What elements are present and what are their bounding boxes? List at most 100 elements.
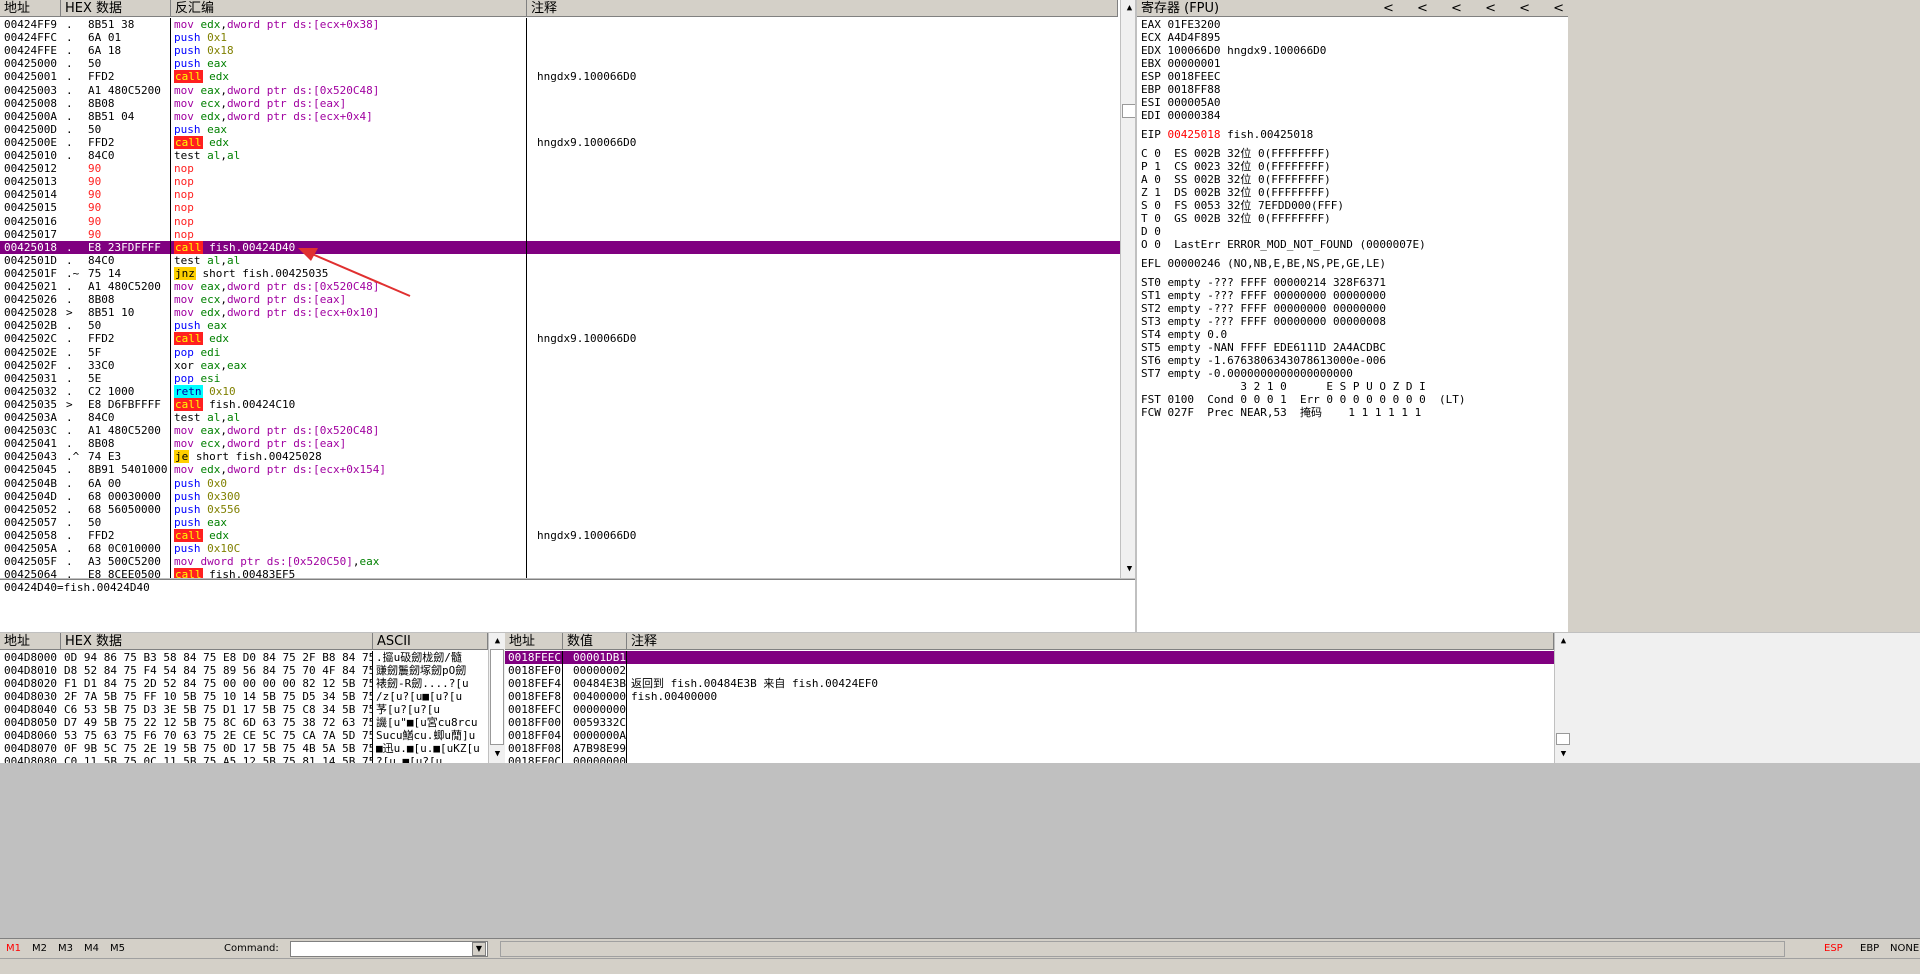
register-line[interactable]: ST3 empty -??? FFFF 00000000 00000008: [1141, 315, 1386, 328]
status-none[interactable]: NONE: [1890, 943, 1919, 954]
dump-row[interactable]: 004D8040 C6 53 5B 75 D3 3E 5B 75 D1 17 5B…: [0, 703, 488, 716]
dump-row[interactable]: 004D8050 D7 49 5B 75 22 12 5B 75 8C 6D 63…: [0, 716, 488, 729]
stack-pane[interactable]: 地址 数值 注释 0018FEEC 00001DB1 0018FEF0 0000000…: [505, 633, 1554, 763]
dump-hex: D7 49 5B 75 22 12 5B 75 8C 6D 63 75 38 7…: [64, 716, 372, 729]
stack-row[interactable]: 0018FF00 0059332C: [505, 716, 1554, 729]
registers-pane[interactable]: 寄存器 (FPU) < < < < < < EAX 01FE3200 ECX A4…: [1137, 0, 1568, 632]
register-line[interactable]: ST6 empty -1.6763806343078613000e-006: [1141, 354, 1386, 367]
dump-ascii: .攨u砐劒栊劒/髓: [376, 651, 462, 664]
command-input[interactable]: [290, 941, 488, 957]
memory-tab-m1[interactable]: M1: [6, 943, 21, 954]
register-line[interactable]: S 0 FS 0053 32位 7EFDD000(FFF): [1141, 199, 1344, 212]
dump-list[interactable]: 004D8000 0D 94 86 75 B3 58 84 75 E8 D0 84…: [0, 651, 488, 763]
dump-row[interactable]: 004D8020 F1 D1 84 75 2D 52 84 75 00 00 00…: [0, 677, 488, 690]
stack-row[interactable]: 0018FEFC 00000000: [505, 703, 1554, 716]
register-text: P 1 CS 0023 32位 0(FFFFFFFF): [1141, 160, 1331, 173]
register-nav-arrows[interactable]: < < < < < <: [1383, 0, 1564, 17]
register-line[interactable]: EDI 00000384: [1141, 109, 1220, 122]
status-ebp[interactable]: EBP: [1860, 943, 1879, 954]
register-line[interactable]: C 0 ES 002B 32位 0(FFFFFFFF): [1141, 147, 1331, 160]
dump-col-header-hex[interactable]: HEX 数据: [61, 633, 373, 650]
register-line[interactable]: ESP 0018FEEC: [1141, 70, 1220, 83]
stack-list[interactable]: 0018FEEC 00001DB1 0018FEF0 00000002 0018FEF4…: [505, 651, 1554, 763]
scroll-down-icon[interactable]: ▼: [1123, 563, 1135, 576]
stack-scrollbar[interactable]: ▲ ▼: [1554, 633, 1920, 763]
disassembly-scrollbar[interactable]: ▲ ▼: [1120, 0, 1135, 578]
register-line[interactable]: 3 2 1 0 E S P U O Z D I: [1141, 380, 1425, 393]
dump-col-header-ascii[interactable]: ASCII: [373, 633, 488, 650]
scroll-thumb[interactable]: [490, 649, 504, 745]
stack-row[interactable]: 0018FEF8 00400000 fish.00400000: [505, 690, 1554, 703]
dump-row[interactable]: 004D8010 D8 52 84 75 F4 54 84 75 89 56 84…: [0, 664, 488, 677]
register-line[interactable]: ECX A4D4F895: [1141, 31, 1220, 44]
scroll-up-icon[interactable]: ▲: [491, 635, 504, 648]
memory-tab-m5[interactable]: M5: [110, 943, 125, 954]
scroll-thumb[interactable]: [1556, 733, 1570, 745]
stack-col-header-comment[interactable]: 注释: [627, 633, 1554, 650]
register-line[interactable]: EDX 100066D0 hngdx9.100066D0: [1141, 44, 1326, 57]
register-line[interactable]: EAX 01FE3200: [1141, 18, 1220, 31]
register-line[interactable]: FCW 027F Prec NEAR,53 掩码 1 1 1 1 1 1: [1141, 406, 1421, 419]
register-line[interactable]: T 0 GS 002B 32位 0(FFFFFFFF): [1141, 212, 1331, 225]
register-line[interactable]: ESI 000005A0: [1141, 96, 1220, 109]
dump-row[interactable]: 004D8000 0D 94 86 75 B3 58 84 75 E8 D0 84…: [0, 651, 488, 664]
stack-row[interactable]: 0018FF08 A7B98E99: [505, 742, 1554, 755]
register-line[interactable]: ST2 empty -??? FFFF 00000000 00000000: [1141, 302, 1386, 315]
register-line[interactable]: Z 1 DS 002B 32位 0(FFFFFFFF): [1141, 186, 1331, 199]
memory-tab-m2[interactable]: M2: [32, 943, 47, 954]
chevron-down-icon[interactable]: ▼: [472, 942, 486, 956]
dump-ascii: 譏[u"■[u宮cu8rcu: [376, 716, 478, 729]
dump-row[interactable]: 004D8080 C0 11 5B 75 0C 11 5B 75 A5 12 5B…: [0, 755, 488, 763]
stack-value: 00400000: [573, 690, 626, 703]
register-line[interactable]: ST1 empty -??? FFFF 00000000 00000000: [1141, 289, 1386, 302]
register-line[interactable]: EIP 00425018 fish.00425018: [1141, 128, 1313, 141]
dump-pane[interactable]: 地址 HEX 数据 ASCII 004D8000 0D 94 86 75 B3 5…: [0, 633, 488, 763]
register-line[interactable]: ST5 empty -NAN FFFF EDE6111D 2A4ACDBC: [1141, 341, 1386, 354]
registers-gutter: [1568, 0, 1920, 632]
scroll-down-icon[interactable]: ▼: [491, 748, 504, 761]
disassembly-pane[interactable]: 地址 HEX 数据 反汇编 注释 00424FF9. 8B51 38 mov edx…: [0, 0, 1135, 578]
command-label: Command:: [224, 943, 279, 954]
register-line[interactable]: O 0 LastErr ERROR_MOD_NOT_FOUND (0000007…: [1141, 238, 1426, 251]
register-text: EBX 00000001: [1141, 57, 1221, 70]
scroll-thumb[interactable]: [1122, 104, 1135, 118]
memory-tab-m3[interactable]: M3: [58, 943, 73, 954]
scroll-down-icon[interactable]: ▼: [1557, 748, 1570, 761]
register-line[interactable]: FST 0100 Cond 0 0 0 1 Err 0 0 0 0 0 0 0 …: [1141, 393, 1466, 406]
register-line[interactable]: ST4 empty 0.0: [1141, 328, 1227, 341]
status-esp[interactable]: ESP: [1824, 943, 1843, 954]
register-eip-value[interactable]: 00425018: [1168, 128, 1221, 141]
register-text: Z 1 DS 002B 32位 0(FFFFFFFF): [1141, 186, 1331, 199]
dump-ascii: ?[u.■[u?[u: [376, 755, 443, 763]
stack-row[interactable]: 0018FEEC 00001DB1: [505, 651, 1554, 664]
dump-address: 004D8050: [4, 716, 57, 729]
dump-col-header-address[interactable]: 地址: [0, 633, 61, 650]
register-line[interactable]: EBP 0018FF88: [1141, 83, 1220, 96]
register-list[interactable]: EAX 01FE3200 ECX A4D4F895 EDX 100066D0 hng…: [1137, 18, 1568, 618]
memory-tab-m4[interactable]: M4: [84, 943, 99, 954]
register-line[interactable]: EBX 00000001: [1141, 57, 1220, 70]
stack-address: 0018FEF4: [508, 677, 561, 690]
scroll-up-icon[interactable]: ▲: [1557, 635, 1570, 648]
status-bar: M1 M2 M3 M4 M5 Command: ▼ ESP EBP NONE: [0, 938, 1920, 958]
dump-address: 004D8080: [4, 755, 57, 763]
register-text: ST3 empty -??? FFFF 00000000 00000008: [1141, 315, 1387, 328]
register-text: ESI 000005A0: [1141, 96, 1221, 109]
register-line[interactable]: ST0 empty -??? FFFF 00000214 328F6371: [1141, 276, 1386, 289]
dump-row[interactable]: 004D8030 2F 7A 5B 75 FF 10 5B 75 10 14 5B…: [0, 690, 488, 703]
stack-row[interactable]: 0018FEF0 00000002: [505, 664, 1554, 677]
register-line[interactable]: EFL 00000246 (NO,NB,E,BE,NS,PE,GE,LE): [1141, 257, 1386, 270]
dump-scrollbar[interactable]: ▲ ▼: [488, 633, 505, 763]
stack-row[interactable]: 0018FEF4 00484E3B 返回到 fish.00484E3B 来自 fis…: [505, 677, 1554, 690]
register-line[interactable]: P 1 CS 0023 32位 0(FFFFFFFF): [1141, 160, 1331, 173]
stack-row[interactable]: 0018FF0C 00000000: [505, 755, 1554, 763]
stack-col-header-value[interactable]: 数值: [563, 633, 627, 650]
dump-row[interactable]: 004D8070 0F 9B 5C 75 2E 19 5B 75 0D 17 5B…: [0, 742, 488, 755]
register-line[interactable]: ST7 empty -0.0000000000000000000: [1141, 367, 1353, 380]
stack-row[interactable]: 0018FF04 0000000A: [505, 729, 1554, 742]
dump-row[interactable]: 004D8060 53 75 63 75 F6 70 63 75 2E CE 5C…: [0, 729, 488, 742]
register-line[interactable]: D 0: [1141, 225, 1161, 238]
scroll-up-icon[interactable]: ▲: [1123, 2, 1135, 15]
register-line[interactable]: A 0 SS 002B 32位 0(FFFFFFFF): [1141, 173, 1331, 186]
stack-col-header-address[interactable]: 地址: [505, 633, 563, 650]
